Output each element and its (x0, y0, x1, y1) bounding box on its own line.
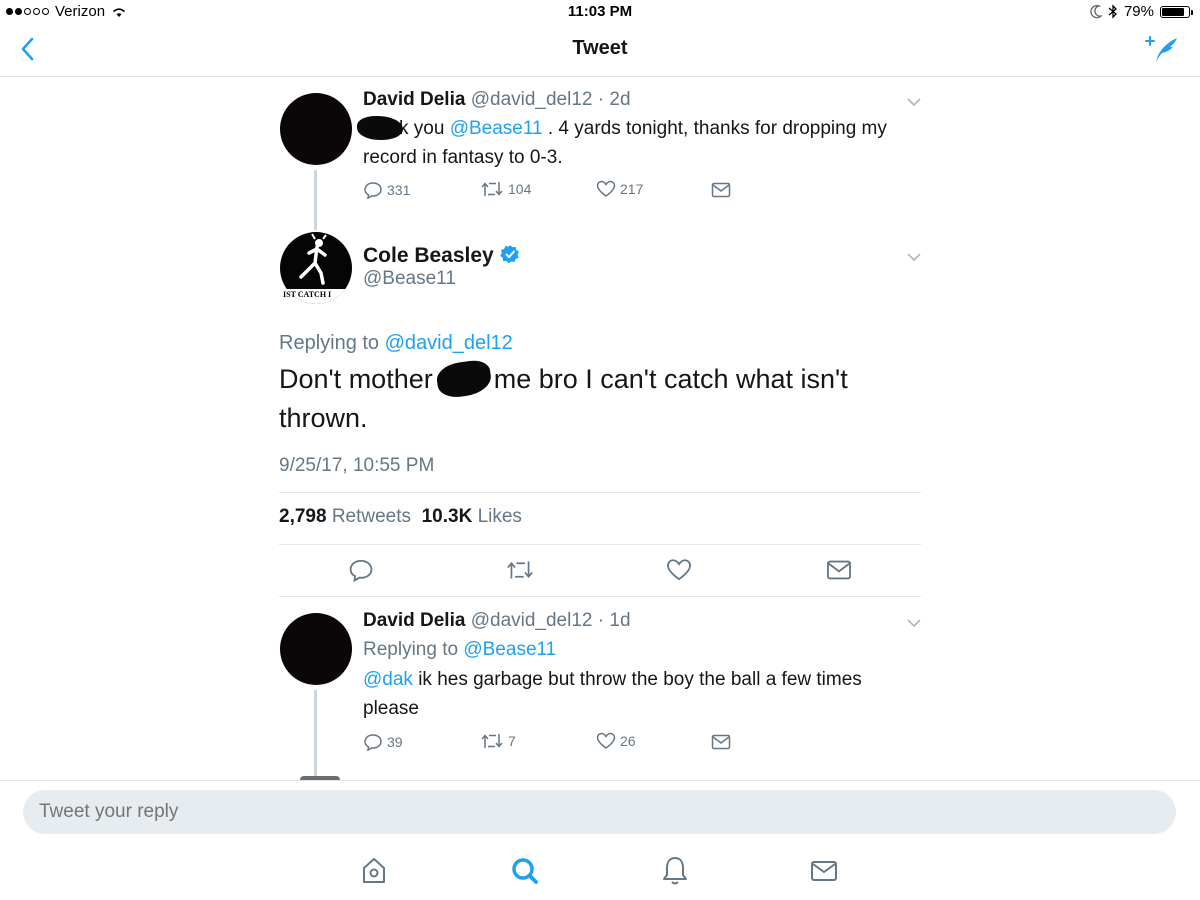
tweet-text: @dak ik hes garbage but throw the boy th… (363, 669, 862, 719)
like-icon (596, 180, 616, 197)
bluetooth-icon (1108, 4, 1117, 19)
moon-icon (1090, 4, 1102, 18)
like-icon[interactable] (666, 558, 692, 582)
tweet-header: David Delia @david_del12 · 2d (363, 89, 631, 110)
like-icon (596, 732, 616, 749)
chevron-down-icon[interactable] (907, 97, 921, 107)
retweet-icon[interactable] (505, 559, 535, 581)
reply-button[interactable]: 331 (363, 180, 410, 200)
retweet-icon (481, 182, 503, 196)
like-total: 10.3K (421, 506, 473, 527)
divider (279, 492, 921, 493)
retweet-button[interactable]: 104 (480, 180, 531, 198)
dm-button[interactable] (711, 733, 731, 751)
reply-count: 331 (387, 182, 411, 198)
like-button[interactable]: 26 (596, 732, 636, 750)
tweet-age: 2d (609, 89, 631, 110)
nav-bar: Tweet (0, 24, 1200, 77)
notifications-icon[interactable] (659, 854, 691, 888)
mention-link[interactable]: @dak (363, 669, 413, 690)
dm-icon (711, 182, 731, 198)
mention-link[interactable]: @Bease11 (450, 118, 543, 139)
dm-icon[interactable] (826, 558, 852, 582)
retweet-button[interactable]: 7 (480, 732, 516, 750)
status-right: 79% (1090, 3, 1193, 20)
reply-icon (364, 734, 382, 752)
thread-line (314, 170, 317, 230)
user-handle: @Bease11 (363, 268, 456, 289)
messages-icon[interactable] (808, 854, 840, 888)
replying-to: Replying to @david_del12 (279, 332, 513, 354)
avatar-caption: IST CATCH I (283, 290, 332, 299)
replying-to: Replying to @Bease11 (363, 639, 557, 660)
user-name[interactable]: David Delia (363, 610, 465, 631)
timestamp: 9/25/17, 10:55 PM (279, 455, 435, 476)
user-handle: @david_del12 (470, 610, 593, 631)
tweet-header: David Delia @david_del12 · 1d (363, 610, 631, 631)
reply-button[interactable]: 39 (363, 732, 403, 752)
compose-icon[interactable] (1144, 32, 1180, 66)
replying-to-link[interactable]: @Bease11 (463, 639, 556, 660)
tweet-text: k you @Bease11 . 4 yards tonight, thanks… (363, 118, 887, 168)
thread-line (314, 690, 317, 780)
like-count: 217 (620, 181, 644, 197)
reply-input[interactable] (23, 790, 1176, 834)
divider (0, 780, 1200, 781)
engagement-stats[interactable]: 2,798 Retweets 10.3K Likes (279, 506, 522, 528)
avatar[interactable] (280, 613, 352, 685)
battery-icon (1160, 5, 1193, 18)
like-count: 26 (620, 733, 636, 749)
like-button[interactable]: 217 (596, 180, 643, 198)
retweet-icon (481, 734, 503, 748)
avatar[interactable] (280, 93, 352, 165)
chevron-down-icon[interactable] (907, 618, 921, 628)
page-title: Tweet (572, 37, 628, 59)
battery-percent: 79% (1123, 3, 1154, 20)
home-icon[interactable] (358, 854, 390, 888)
status-bar: Verizon 11:03 PM 79% (0, 0, 1200, 24)
retweet-count: 104 (508, 181, 532, 197)
reply-icon[interactable] (348, 557, 374, 583)
author-handle-row: @Bease11 (363, 268, 456, 290)
user-name[interactable]: Cole Beasley (363, 244, 494, 267)
search-icon[interactable] (509, 854, 541, 888)
author-name-row: Cole Beasley (363, 244, 520, 268)
dm-icon (711, 734, 731, 750)
chevron-down-icon[interactable] (907, 252, 921, 262)
divider (279, 596, 921, 597)
retweet-total: 2,798 (279, 506, 327, 527)
tweet-age: 1d (609, 610, 631, 631)
reply-icon (364, 182, 382, 200)
user-handle: @david_del12 (470, 89, 593, 110)
retweet-count: 7 (508, 733, 516, 749)
divider (279, 544, 921, 545)
reply-count: 39 (387, 734, 403, 750)
redaction-mark (357, 116, 403, 140)
replying-to-link[interactable]: @david_del12 (385, 332, 513, 354)
clock: 11:03 PM (567, 3, 633, 20)
verified-icon (499, 245, 519, 264)
main-tweet-text: Don't mother me bro I can't catch what i… (279, 364, 848, 433)
dm-button[interactable] (711, 181, 731, 199)
user-name[interactable]: David Delia (363, 89, 465, 110)
